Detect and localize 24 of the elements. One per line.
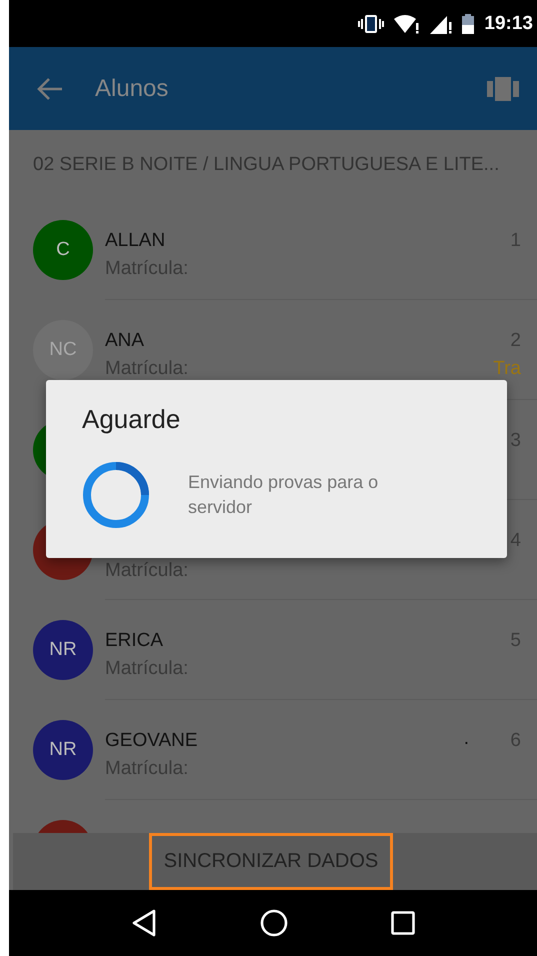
dot-mark: . <box>464 728 469 750</box>
student-avatar: NR <box>33 720 93 780</box>
spinner-icon <box>82 461 150 529</box>
student-avatar: NC <box>33 320 93 380</box>
student-name: ANA <box>105 330 144 352</box>
wifi-icon <box>394 14 420 34</box>
home-icon[interactable] <box>260 909 288 937</box>
dialog-message: Enviando provas para o servidor <box>188 471 380 519</box>
student-avatar: C <box>33 220 93 280</box>
status-time: 19:13 <box>484 12 533 34</box>
battery-icon <box>462 14 474 34</box>
student-name: ERICA <box>105 630 164 652</box>
student-avatar: NR <box>33 620 93 680</box>
student-name: GEOVANE <box>105 730 198 752</box>
dialog-title: Aguarde <box>82 404 182 435</box>
vibrate-icon <box>358 14 384 34</box>
signal-icon <box>430 14 452 34</box>
student-status: Tra <box>493 358 521 380</box>
screen-title: Alunos <box>95 74 170 102</box>
back-icon[interactable] <box>130 909 157 937</box>
student-name: ALLAN <box>105 230 166 252</box>
recents-icon[interactable] <box>391 911 416 935</box>
back-arrow-icon[interactable] <box>37 76 63 100</box>
sync-button[interactable]: SINCRONIZAR DADOS <box>148 833 394 890</box>
